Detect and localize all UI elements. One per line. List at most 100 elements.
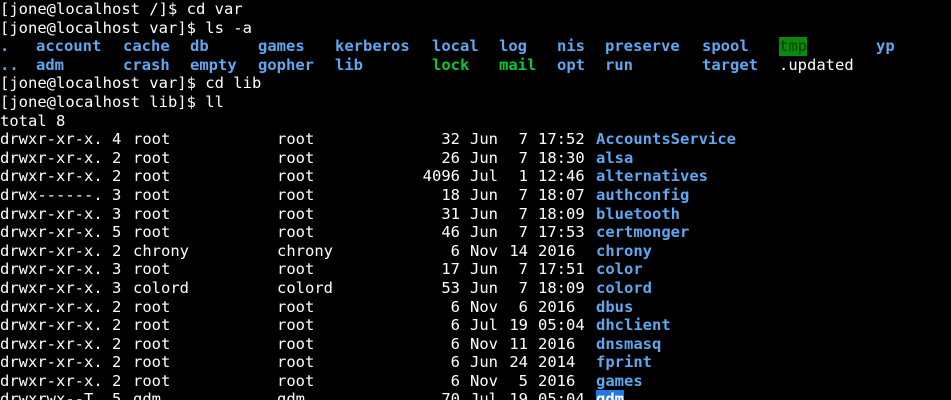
group-cell: root	[277, 130, 315, 149]
owner-cell: colord	[133, 278, 189, 297]
size-cell: 6	[450, 241, 460, 260]
command-text: [jone@localhost var]$ cd lib	[0, 74, 262, 93]
permissions-cell: drwxr-xr-x. 2	[0, 316, 122, 335]
size-cell: 53	[441, 278, 460, 297]
filename-cell: alsa	[596, 148, 634, 167]
size-cell: 46	[441, 223, 460, 242]
owner-cell: root	[133, 167, 171, 186]
permissions-cell: drwxr-xr-x. 2	[0, 241, 122, 260]
time-cell: 18:30	[538, 148, 585, 167]
dir-entry: adm	[36, 55, 64, 74]
owner-cell: root	[133, 297, 171, 316]
owner-cell: root	[133, 223, 171, 242]
time-cell: 12:46	[538, 167, 585, 186]
prompt-line: [jone@localhost var]$ ls -a	[0, 19, 951, 38]
dir-entry: empty	[190, 55, 237, 74]
size-cell: 70	[441, 390, 460, 400]
listing-row: drwxr-xr-x. 2 chrony chrony 6 Nov 14 2016 chron…	[0, 242, 951, 261]
dir-entry: opt	[557, 55, 585, 74]
filename-cell: authconfig	[596, 185, 690, 204]
command-text: [jone@localhost lib]$ ll	[0, 92, 224, 111]
size-cell: 6	[450, 371, 460, 390]
day-cell: 7	[518, 130, 528, 149]
permissions-cell: drwx------. 3	[0, 185, 122, 204]
terminal-window[interactable]: [jone@localhost /]$ cd var [jone@localho…	[0, 0, 951, 400]
listing-row: drwxr-xr-x. 2 root root 6 Jun 24 2014 fprint	[0, 353, 951, 372]
size-cell: 18	[441, 185, 460, 204]
owner-cell: root	[133, 316, 171, 335]
prompt-line: [jone@localhost lib]$ ll	[0, 93, 951, 112]
dir-entry: nis	[557, 37, 585, 56]
month-cell: Jul	[470, 316, 498, 335]
file-entry: .updated	[779, 55, 854, 74]
day-cell: 19	[509, 316, 528, 335]
listing-row: drwxr-xr-x. 2 root root 26 Jun 7 18:30 alsa	[0, 149, 951, 168]
month-cell: Jul	[470, 390, 498, 400]
listing-row: drwxrwx--T. 5 gdm gdm 70 Jul 19 05:04 gdm	[0, 390, 951, 400]
day-cell: 7	[518, 185, 528, 204]
owner-cell: gdm	[133, 390, 161, 400]
dir-entry: ..	[0, 55, 19, 74]
listing-row: drwxr-xr-x. 2 root root 6 Nov 5 2016 games	[0, 372, 951, 391]
file-entry: mail	[499, 55, 537, 74]
day-cell: 1	[518, 167, 528, 186]
month-cell: Jul	[470, 167, 498, 186]
time-cell: 05:04	[538, 390, 585, 400]
owner-cell: root	[133, 130, 171, 149]
day-cell: 7	[518, 204, 528, 223]
day-cell: 14	[509, 241, 528, 260]
dir-entry: games	[258, 37, 305, 56]
long-listing: drwxr-xr-x. 4 root root 32 Jun 7 17:52 Accounts…	[0, 130, 951, 400]
month-cell: Nov	[470, 297, 498, 316]
owner-cell: chrony	[133, 241, 189, 260]
month-cell: Jun	[470, 260, 498, 279]
group-cell: root	[277, 148, 315, 167]
permissions-cell: drwxr-xr-x. 2	[0, 353, 122, 372]
command-text: [jone@localhost /]$ cd var	[0, 0, 243, 18]
month-cell: Nov	[470, 371, 498, 390]
size-cell: 4096	[422, 167, 460, 186]
day-cell: 7	[518, 260, 528, 279]
filename-cell: fprint	[596, 353, 652, 372]
prompt-line: [jone@localhost /]$ cd var	[0, 0, 951, 19]
day-cell: 7	[518, 278, 528, 297]
listing-row: drwxr-xr-x. 2 root root 6 Nov 6 2016 dbus	[0, 298, 951, 317]
permissions-cell: drwxr-xr-x. 2	[0, 148, 122, 167]
month-cell: Nov	[470, 334, 498, 353]
ls-output-row: .. adm crash empty gopher lib lock mail …	[0, 56, 951, 75]
time-cell: 2016	[538, 334, 576, 353]
month-cell: Jun	[470, 148, 498, 167]
dir-entry: .	[0, 37, 10, 56]
filename-cell: AccountsService	[596, 130, 736, 149]
sticky-dir-entry: tmp	[779, 37, 807, 56]
day-cell: 11	[509, 334, 528, 353]
group-cell: root	[277, 334, 315, 353]
owner-cell: root	[133, 204, 171, 223]
permissions-cell: drwxrwx--T. 5	[0, 390, 122, 400]
group-cell: gdm	[277, 390, 305, 400]
listing-row: drwxr-xr-x. 5 root root 46 Jun 7 17:53 certmong…	[0, 223, 951, 242]
filename-cell: dnsmasq	[596, 334, 662, 353]
month-cell: Jun	[470, 353, 498, 372]
time-cell: 2016	[538, 371, 576, 390]
group-cell: root	[277, 185, 315, 204]
day-cell: 7	[518, 223, 528, 242]
owner-cell: root	[133, 371, 171, 390]
owner-cell: root	[133, 353, 171, 372]
total-line: total 8	[0, 112, 951, 131]
group-cell: root	[277, 316, 315, 335]
size-cell: 6	[450, 297, 460, 316]
filename-cell: gdm	[596, 390, 624, 400]
dir-entry: log	[499, 37, 527, 56]
day-cell: 19	[509, 390, 528, 400]
month-cell: Jun	[470, 278, 498, 297]
group-cell: root	[277, 204, 315, 223]
dir-entry: gopher	[258, 55, 314, 74]
listing-row: drwx------. 3 root root 18 Jun 7 18:07 authconf…	[0, 186, 951, 205]
filename-cell: chrony	[596, 241, 652, 260]
permissions-cell: drwxr-xr-x. 3	[0, 260, 122, 279]
total-text: total 8	[0, 111, 66, 130]
dir-entry: preserve	[605, 37, 680, 56]
ls-output-row: . account cache db games kerberos local …	[0, 37, 951, 56]
permissions-cell: drwxr-xr-x. 2	[0, 297, 122, 316]
